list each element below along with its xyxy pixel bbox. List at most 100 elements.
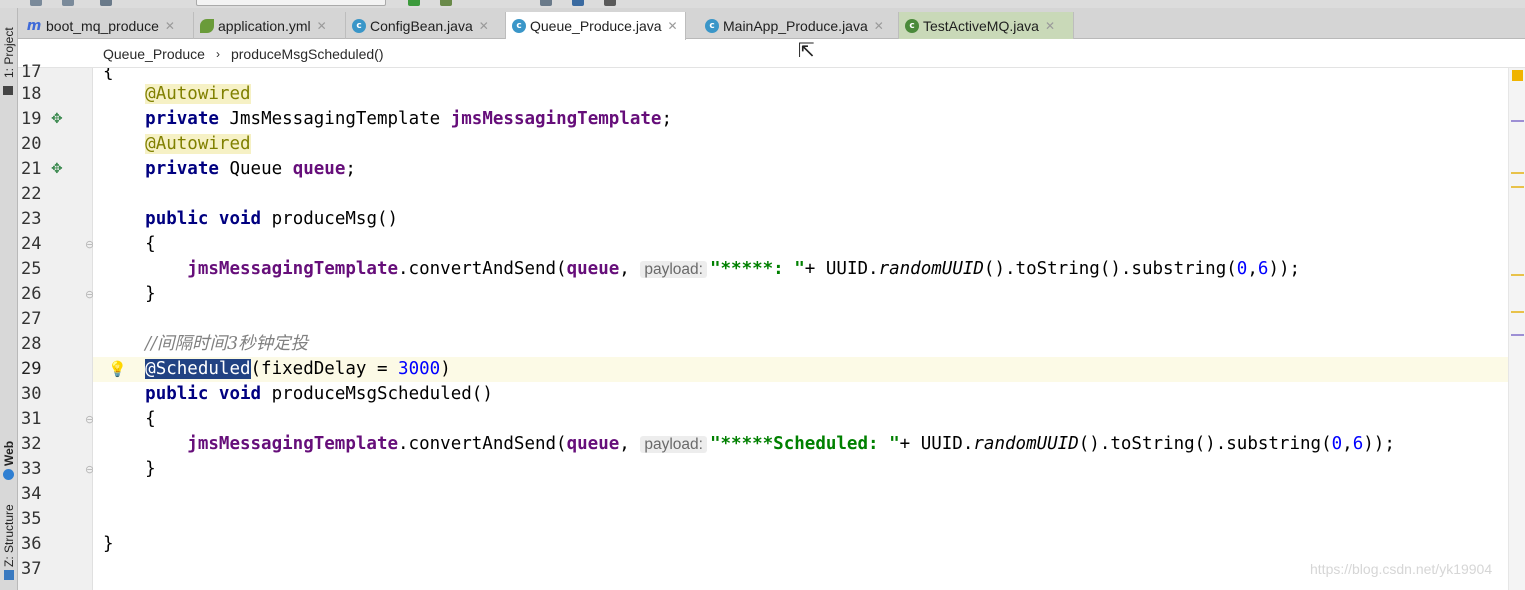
line-number: 20 [21, 134, 42, 154]
project-tool-button[interactable]: 1: Project [0, 12, 18, 78]
code-line: } [103, 534, 114, 554]
line-number: 23 [21, 209, 42, 229]
close-icon[interactable]: ✕ [1045, 19, 1055, 33]
debug-icon[interactable] [440, 0, 452, 6]
close-icon[interactable]: ✕ [668, 19, 678, 33]
close-icon[interactable]: ✕ [317, 19, 327, 33]
project-tool-label: 1: Project [2, 27, 16, 78]
stripe-marker[interactable] [1511, 172, 1524, 174]
run-icon[interactable] [408, 0, 420, 6]
line-number: 34 [21, 484, 42, 504]
web-tool-button[interactable]: Web [0, 426, 18, 480]
parameter-hint: payload: [640, 436, 707, 453]
code-line: jmsMessagingTemplate.convertAndSend(queu… [187, 434, 1395, 454]
tab-application-yml[interactable]: application.yml ✕ [194, 12, 346, 39]
parameter-hint: payload: [640, 261, 707, 278]
java-class-icon: c [512, 19, 526, 33]
module-icon: m [26, 17, 42, 34]
stripe-marker[interactable] [1511, 186, 1524, 188]
line-number: 26 [21, 284, 42, 304]
line-number: 18 [21, 84, 42, 104]
run-config-dropdown[interactable] [196, 0, 386, 6]
code-line: { [145, 409, 156, 429]
tab-boot-mq-produce[interactable]: m boot_mq_produce ✕ [20, 12, 194, 39]
selected-annotation: @Scheduled [145, 359, 251, 379]
code-line: private Queue queue; [145, 159, 356, 179]
line-number: 33 [21, 459, 42, 479]
stripe-marker[interactable] [1511, 274, 1524, 276]
code-line: } [145, 284, 156, 304]
tab-label: MainApp_Produce.java [723, 17, 868, 34]
web-icon [3, 469, 15, 480]
tool-window-strip: 1: Project Web Z: Structure [0, 8, 18, 590]
yml-config-icon [200, 18, 214, 33]
breadcrumb-class[interactable]: Queue_Produce [103, 46, 205, 62]
tab-test-activemq[interactable]: c TestActiveMQ.java ✕ [899, 12, 1074, 39]
breadcrumb: Queue_Produce › produceMsgScheduled() [18, 40, 1525, 68]
close-icon[interactable]: ✕ [479, 19, 489, 33]
annotation: @Autowired [145, 134, 251, 154]
structure-tool-button[interactable]: Z: Structure [0, 498, 18, 580]
mouse-pointer-icon: ⇱ [798, 38, 815, 62]
tab-label: boot_mq_produce [46, 17, 159, 34]
web-tool-label: Web [2, 440, 16, 466]
toolbar-icon[interactable] [30, 0, 42, 6]
inspection-status-icon[interactable] [1512, 70, 1523, 81]
stripe-marker[interactable] [1511, 120, 1524, 122]
watermark: https://blog.csdn.net/yk19904 [1310, 561, 1493, 577]
breadcrumb-chevron-icon: › [215, 46, 220, 61]
code-line: //间隔时间3秒钟定投 [103, 332, 308, 357]
code-line: public void produceMsg() [145, 209, 399, 229]
line-number: 25 [21, 259, 42, 279]
code-line: @Autowired [103, 82, 251, 107]
tab-mainapp-produce[interactable]: c MainApp_Produce.java ✕ [699, 12, 899, 39]
project-icon [3, 86, 13, 95]
tab-label: ConfigBean.java [370, 17, 473, 34]
code-line: } [145, 459, 156, 479]
toolbar-icon[interactable] [604, 0, 616, 6]
structure-icon [4, 570, 14, 580]
code-line: jmsMessagingTemplate.convertAndSend(queu… [187, 259, 1301, 279]
code-line: private JmsMessagingTemplate jmsMessagin… [145, 109, 672, 129]
line-number-current: 29 [21, 359, 42, 379]
line-number: 24 [21, 234, 42, 254]
structure-tool-label: Z: Structure [2, 504, 16, 567]
error-stripe[interactable] [1508, 68, 1525, 590]
stripe-marker[interactable] [1511, 334, 1524, 336]
code-editor[interactable]: 💡 { @Autowired private JmsMessagingTempl… [93, 68, 1508, 590]
line-number: 27 [21, 309, 42, 329]
close-icon[interactable]: ✕ [165, 19, 175, 33]
java-class-icon: c [352, 18, 366, 33]
stripe-marker[interactable] [1511, 311, 1524, 313]
close-icon[interactable]: ✕ [874, 19, 884, 33]
toolbar-icon[interactable] [62, 0, 74, 6]
line-number: 35 [21, 509, 42, 529]
code-line: @Autowired [103, 132, 251, 157]
code-line: public void produceMsgScheduled() [145, 384, 493, 404]
line-number: 37 [21, 559, 42, 579]
line-number: 32 [21, 434, 42, 454]
breadcrumb-method[interactable]: produceMsgScheduled() [231, 46, 384, 62]
spring-boot-class-icon: c [705, 18, 719, 33]
line-number: 31 [21, 409, 42, 429]
tab-queue-produce[interactable]: c Queue_Produce.java ✕ [506, 12, 686, 40]
code-line: { [145, 234, 156, 254]
editor-gutter[interactable]: 17 18 19 20 21 22 23 24 25 26 27 28 29 3… [18, 62, 94, 590]
code-comment: //间隔时间3秒钟定投 [145, 334, 309, 354]
line-number: 28 [21, 334, 42, 354]
line-number: 30 [21, 384, 42, 404]
tab-label: application.yml [218, 17, 311, 34]
toolbar-icon[interactable] [572, 0, 584, 6]
autowired-navigate-icon[interactable]: ✥ [51, 157, 63, 182]
tab-config-bean[interactable]: c ConfigBean.java ✕ [346, 12, 506, 39]
tab-label: TestActiveMQ.java [923, 17, 1039, 34]
editor-tab-bar: m boot_mq_produce ✕ application.yml ✕ c … [18, 8, 1525, 40]
tab-label: Queue_Produce.java [530, 18, 662, 34]
toolbar-icon[interactable] [100, 0, 112, 6]
toolbar-icon[interactable] [540, 0, 552, 6]
autowired-navigate-icon[interactable]: ✥ [51, 107, 63, 132]
code-line-current: @Scheduled(fixedDelay = 3000) [145, 359, 451, 379]
annotation: @Autowired [145, 84, 251, 104]
line-number: 36 [21, 534, 42, 554]
line-number: 22 [21, 184, 42, 204]
